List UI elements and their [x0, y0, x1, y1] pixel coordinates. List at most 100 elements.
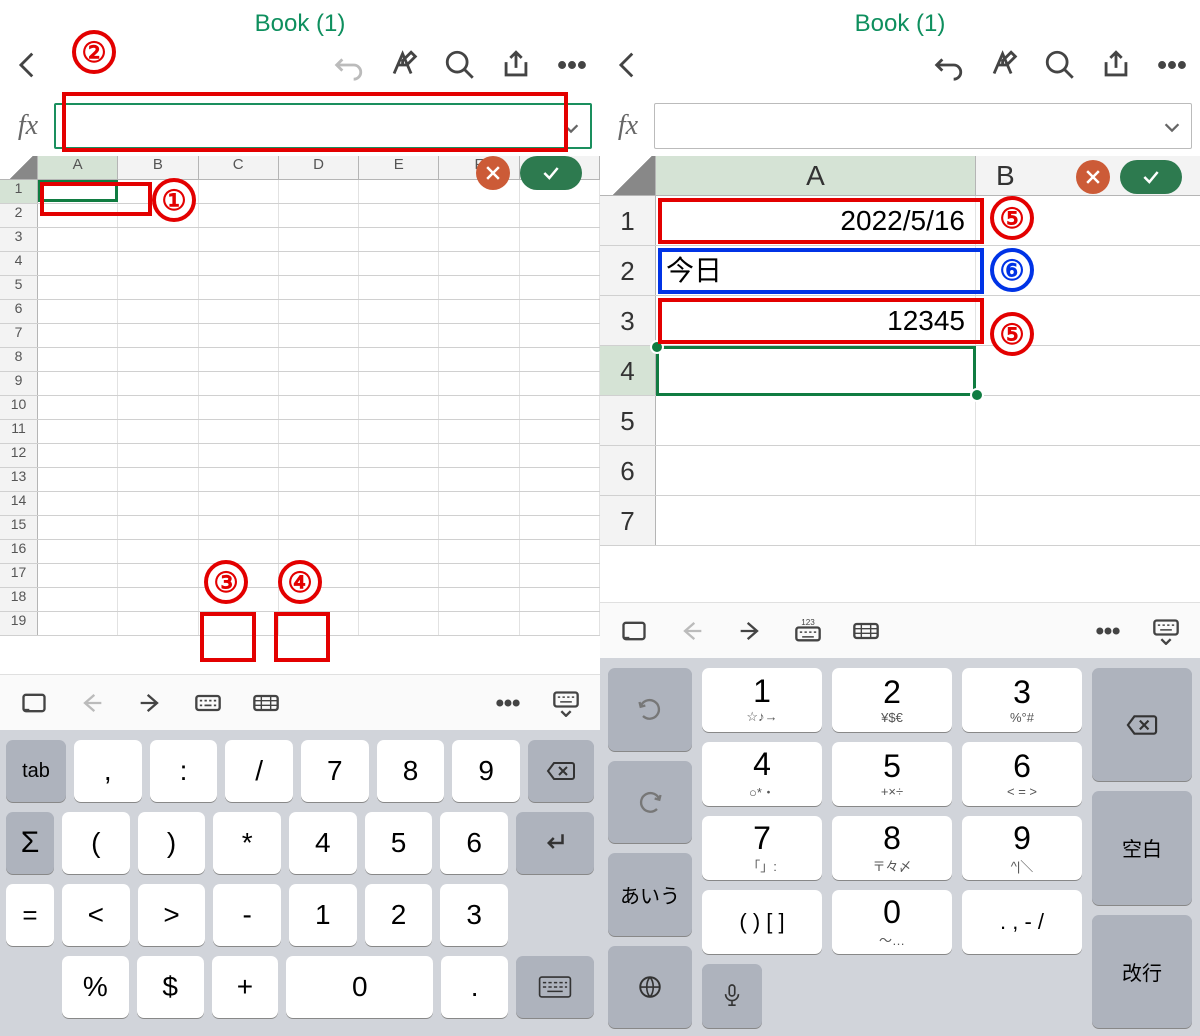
search-button[interactable] — [1032, 37, 1088, 93]
key-comma[interactable]: , — [74, 740, 142, 802]
key-sigma[interactable]: Σ — [6, 812, 54, 874]
key-tab[interactable]: tab — [6, 740, 66, 802]
row-header-3[interactable]: 3 — [600, 296, 656, 345]
undo-button[interactable] — [320, 37, 376, 93]
key-redo[interactable] — [608, 761, 692, 844]
row-header-1[interactable]: 1 — [0, 180, 38, 203]
key-punct[interactable]: . , - / — [962, 890, 1082, 954]
key-enter[interactable]: 改行 — [1092, 915, 1192, 1028]
key-8[interactable]: 8〒々〆 — [832, 816, 952, 880]
key-lt[interactable]: < — [62, 884, 130, 946]
back-button[interactable] — [600, 37, 656, 93]
hide-keyboard-button[interactable] — [1138, 609, 1194, 653]
table-keyboard-button[interactable] — [838, 609, 894, 653]
key-abc-keyboard[interactable] — [516, 956, 594, 1018]
numeric-keyboard-button[interactable] — [238, 681, 294, 725]
more-button[interactable] — [1144, 37, 1200, 93]
key-gt[interactable]: > — [138, 884, 206, 946]
key-8[interactable]: 8 — [377, 740, 445, 802]
key-lparen[interactable]: ( — [62, 812, 130, 874]
key-mic[interactable] — [702, 964, 762, 1028]
confirm-edit-button[interactable] — [1120, 160, 1182, 194]
key-9[interactable]: 9^|＼ — [962, 816, 1082, 880]
numeric123-keyboard-button[interactable]: 123 — [780, 609, 836, 653]
key-globe[interactable] — [608, 946, 692, 1029]
key-backspace[interactable] — [528, 740, 594, 802]
column-header-B[interactable]: B — [118, 156, 198, 179]
key-2[interactable]: 2 — [365, 884, 433, 946]
key-slash[interactable]: / — [225, 740, 293, 802]
key-7[interactable]: 7 — [301, 740, 369, 802]
more-button[interactable] — [544, 37, 600, 93]
row-header-1[interactable]: 1 — [600, 196, 656, 245]
next-cell-button[interactable] — [122, 681, 178, 725]
column-header-E[interactable]: E — [359, 156, 439, 179]
column-header-C[interactable]: C — [199, 156, 279, 179]
card-view-button[interactable] — [6, 681, 62, 725]
key-4[interactable]: 4 — [289, 812, 357, 874]
select-all-corner[interactable] — [0, 156, 38, 179]
key-5[interactable]: 5 — [365, 812, 433, 874]
cancel-edit-button[interactable] — [476, 156, 510, 190]
edit-style-button[interactable] — [976, 37, 1032, 93]
key-3[interactable]: 3 — [440, 884, 508, 946]
select-all-corner[interactable] — [600, 156, 656, 195]
key-6[interactable]: 6 — [440, 812, 508, 874]
key-0[interactable]: 0 — [286, 956, 433, 1018]
share-button[interactable] — [488, 37, 544, 93]
key-colon[interactable]: : — [150, 740, 218, 802]
row-header-4[interactable]: 4 — [600, 346, 656, 395]
selected-cell-A4[interactable] — [656, 346, 976, 396]
edit-style-button[interactable] — [376, 37, 432, 93]
hide-keyboard-button[interactable] — [538, 681, 594, 725]
key-4[interactable]: 4○*・ — [702, 742, 822, 806]
key-1[interactable]: 1 — [289, 884, 357, 946]
prev-cell-button[interactable] — [64, 681, 120, 725]
prev-cell-button[interactable] — [664, 609, 720, 653]
key-star[interactable]: * — [213, 812, 281, 874]
more-input-button[interactable] — [480, 681, 536, 725]
key-7[interactable]: 7「」: — [702, 816, 822, 880]
annotation-box-1 — [40, 182, 152, 216]
key-2[interactable]: 2¥$€ — [832, 668, 952, 732]
key-return[interactable] — [516, 812, 594, 874]
key-dollar[interactable]: $ — [137, 956, 204, 1018]
next-cell-button[interactable] — [722, 609, 778, 653]
row-header[interactable]: 2 — [0, 204, 38, 227]
key-0[interactable]: 0〜… — [832, 890, 952, 954]
column-header-D[interactable]: D — [279, 156, 359, 179]
key-plus[interactable]: + — [212, 956, 279, 1018]
row-header-2[interactable]: 2 — [600, 246, 656, 295]
formula-input[interactable] — [654, 103, 1192, 149]
annotation-1: ① — [152, 178, 196, 222]
back-button[interactable] — [0, 37, 56, 93]
key-1[interactable]: 1☆♪→ — [702, 668, 822, 732]
key-space[interactable]: 空白 — [1092, 791, 1192, 904]
key-brackets[interactable]: ( ) [ ] — [702, 890, 822, 954]
key-5[interactable]: 5+×÷ — [832, 742, 952, 806]
key-backspace[interactable] — [1092, 668, 1192, 781]
key-kana-switch[interactable]: あいう — [608, 853, 692, 936]
key-minus[interactable]: - — [213, 884, 281, 946]
confirm-edit-button[interactable] — [520, 156, 582, 190]
column-header-A[interactable]: A — [656, 156, 976, 195]
key-rparen[interactable]: ) — [138, 812, 206, 874]
column-header-A[interactable]: A — [38, 156, 118, 179]
formula-expand-icon[interactable] — [1161, 116, 1183, 143]
share-button[interactable] — [1088, 37, 1144, 93]
key-undo[interactable] — [608, 668, 692, 751]
key-3[interactable]: 3%°# — [962, 668, 1082, 732]
key-percent[interactable]: % — [62, 956, 129, 1018]
key-9[interactable]: 9 — [452, 740, 520, 802]
card-view-button[interactable] — [606, 609, 662, 653]
selection-handle-icon[interactable] — [970, 388, 984, 402]
undo-button[interactable] — [920, 37, 976, 93]
more-input-button[interactable] — [1080, 609, 1136, 653]
annotation-3: ③ — [204, 560, 248, 604]
search-button[interactable] — [432, 37, 488, 93]
text-keyboard-button[interactable] — [180, 681, 236, 725]
key-6[interactable]: 6< = > — [962, 742, 1082, 806]
cancel-edit-button[interactable] — [1076, 160, 1110, 194]
key-equals[interactable]: = — [6, 884, 54, 946]
key-dot[interactable]: . — [441, 956, 508, 1018]
